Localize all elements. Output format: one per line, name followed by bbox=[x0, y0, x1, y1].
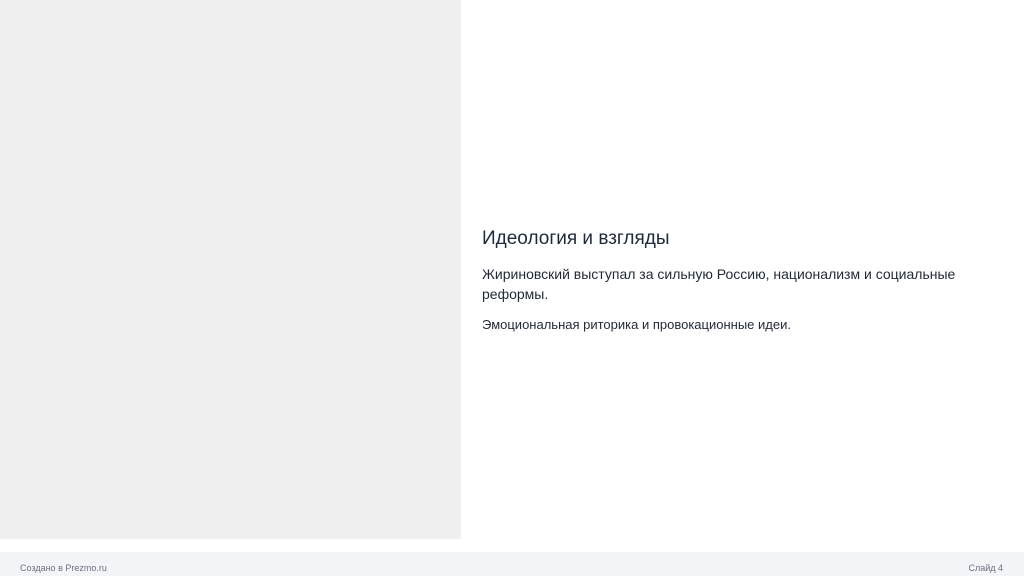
slide-image-placeholder bbox=[0, 0, 461, 539]
slide: Идеология и взгляды Жириновский выступал… bbox=[0, 0, 1024, 540]
slide-paragraph-2: Эмоциональная риторика и провокационные … bbox=[482, 317, 791, 332]
footer-bar: Создано в Prezmo.ru Слайд 4 bbox=[0, 552, 1024, 576]
slide-paragraph-1: Жириновский выступал за сильную Россию, … bbox=[482, 266, 956, 302]
slide-title: Идеология и взгляды bbox=[482, 228, 670, 249]
created-with-text: Создано в Prezmo.ru bbox=[20, 563, 107, 573]
slide-content: Идеология и взгляды Жириновский выступал… bbox=[482, 227, 982, 334]
slide-number: Слайд 4 bbox=[968, 563, 1003, 573]
